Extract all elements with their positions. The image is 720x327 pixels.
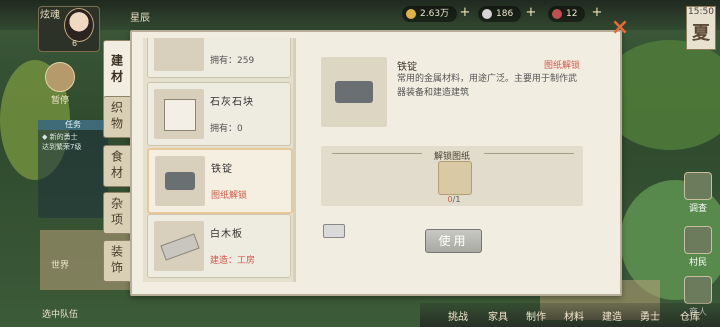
menu-furniture[interactable]: 家具 [488,308,508,323]
item-thumbnail [154,89,204,139]
tab-decorations[interactable]: 装饰 [103,240,130,282]
list-item[interactable]: 拥有：259 [147,38,291,78]
add-ticket-button[interactable]: + [590,6,604,20]
pause-button[interactable]: 暂停 [40,62,80,106]
silver-resource: 186 [478,6,522,22]
investigate-button[interactable]: 调查 [680,172,716,214]
limestone-icon [164,99,196,131]
silver-icon [482,9,492,19]
player-name: 炫魂 [40,10,60,21]
detail-thumbnail [321,57,387,127]
pause-label: 暂停 [50,96,69,106]
gold-resource: 2.63万 [402,6,458,22]
menu-build[interactable]: 建造 [602,308,622,323]
villager-icon [684,226,712,254]
menu-storage[interactable]: 仓库 [680,308,700,323]
iron-ingot-icon [335,81,373,103]
ticket-value: 12 [566,9,578,19]
item-thumbnail [155,156,205,206]
item-list[interactable]: 拥有：259 石灰石块 拥有：0 铁锭 图纸解锁 白木板 建造：工房 [143,38,293,282]
item-unlock-status: 图纸解锁 [211,191,248,201]
location-name: 星辰 [130,13,150,24]
pause-icon [45,62,75,92]
menu-craft[interactable]: 制作 [526,308,546,323]
detail-description: 常用的金属材料，用途广泛。主要用于制作武器装备和建造建筑 [397,74,578,98]
tab-fabrics[interactable]: 织物 [103,96,130,138]
season-name: 夏 [692,23,710,44]
item-name: 白木板 [210,229,243,240]
item-build-requirement: 建造：工房 [210,256,256,266]
player-level: 6 [72,39,78,48]
villager-label: 村民 [688,258,707,268]
detail-item-name: 铁锭 [397,62,417,73]
menu-materials[interactable]: 材料 [564,308,584,323]
coin-icon [406,9,416,19]
gold-value: 2.63万 [420,9,450,19]
task-panel[interactable]: 任务 ◆ 新的勇士 达到繁荣7级 [38,120,108,218]
item-name: 铁锭 [211,164,233,175]
game-time: 15:50 [688,7,714,17]
task-text: ◆ 新的勇士 达到繁荣7级 [42,133,82,151]
tab-misc[interactable]: 杂项 [103,192,130,234]
tab-building-materials[interactable]: 建材 [103,40,130,100]
blueprint-icon[interactable] [438,161,472,195]
merchant-icon [684,276,712,304]
tab-ingredients[interactable]: 食材 [103,145,130,187]
wood-plank-icon [160,233,200,261]
item-count: 拥有：259 [210,56,255,66]
list-item[interactable]: 白木板 建造：工房 [147,214,291,278]
menu-challenge[interactable]: 挑战 [448,308,468,323]
ticket-resource: 12 [548,6,586,22]
close-button[interactable]: × [610,17,630,39]
item-thumbnail [154,221,204,271]
item-count: 拥有：0 [210,124,243,134]
world-label: 世界 [50,261,69,271]
add-gold-button[interactable]: + [458,6,472,20]
menu-heroes[interactable]: 勇士 [640,308,660,323]
use-button[interactable]: 使用 [425,229,482,253]
ticket-icon [552,9,562,19]
item-thumbnail [154,38,204,71]
investigate-label: 调查 [688,204,707,214]
detail-unlock-status: 图纸解锁 [544,61,581,71]
iron-ingot-icon [165,172,195,190]
investigate-icon [684,172,712,200]
list-scrollbar[interactable] [293,38,296,282]
blueprint-count: 0/1 [438,195,470,204]
blueprint-need: /1 [452,195,461,204]
team-select-label: 选中队伍 [41,310,78,320]
list-item[interactable]: 石灰石块 拥有：0 [147,82,291,146]
villager-button[interactable]: 村民 [680,226,716,268]
link-icon[interactable] [323,224,345,238]
item-name: 石灰石块 [210,97,254,108]
silver-value: 186 [496,9,514,19]
team-select-button[interactable]: 选中队伍 [40,307,80,320]
task-title: 任务 [38,120,108,130]
season-indicator[interactable]: 15:50 夏 [686,6,716,50]
avatar[interactable] [64,8,94,42]
add-silver-button[interactable]: + [524,6,538,20]
world-button[interactable]: 世界 [40,258,80,271]
list-item-selected[interactable]: 铁锭 图纸解锁 [147,148,293,214]
